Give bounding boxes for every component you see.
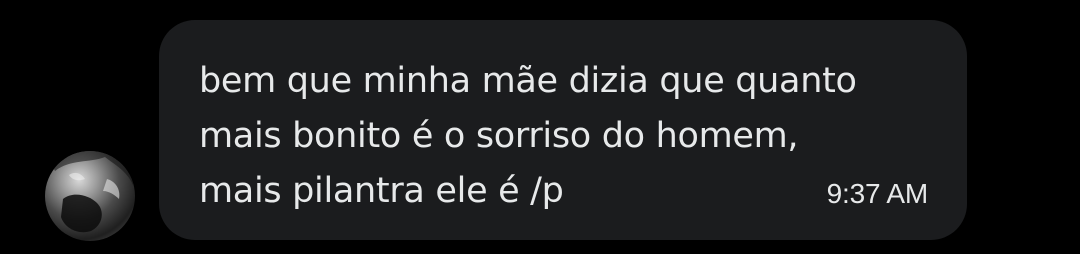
message-timestamp: 9:37 AM: [826, 178, 929, 209]
dm-conversation: bem que minha mãe dizia que quanto mais …: [0, 0, 1080, 254]
avatar-photo-icon: [45, 151, 135, 241]
message-bubble[interactable]: bem que minha mãe dizia que quanto mais …: [159, 20, 967, 240]
sender-avatar[interactable]: [45, 151, 135, 241]
